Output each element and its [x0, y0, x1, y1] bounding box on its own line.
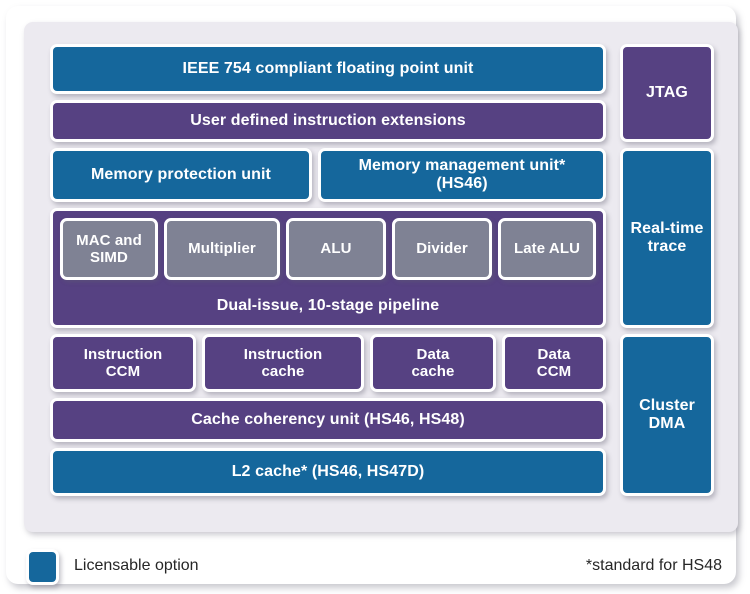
- block-cluster-dma-label: Cluster DMA: [639, 396, 695, 432]
- diagram-page: IEEE 754 compliant floating point unit U…: [0, 0, 750, 594]
- block-memory-protection-unit-label: Memory protection unit: [91, 165, 271, 183]
- block-mac-and-simd-label: MAC and SIMD: [76, 231, 142, 266]
- block-jtag[interactable]: JTAG: [620, 44, 714, 142]
- block-data-ccm[interactable]: Data CCM: [502, 334, 606, 392]
- block-alu[interactable]: ALU: [286, 218, 386, 280]
- block-instruction-cache-label: Instruction cache: [243, 345, 323, 380]
- block-data-cache-label: Data cache: [411, 345, 455, 380]
- legend-label: Licensable option: [74, 557, 199, 574]
- diagram-panel: IEEE 754 compliant floating point unit U…: [24, 22, 738, 532]
- block-memory-protection-unit[interactable]: Memory protection unit: [50, 148, 312, 202]
- block-memory-management-unit-label: Memory management unit* (HS46): [358, 156, 566, 192]
- block-data-ccm-label: Data CCM: [536, 345, 572, 380]
- block-cache-coherency-unit-label: Cache coherency unit (HS46, HS48): [191, 410, 465, 428]
- block-real-time-trace-label: Real-time trace: [630, 219, 704, 255]
- block-alu-label: ALU: [320, 240, 352, 258]
- block-fpu[interactable]: IEEE 754 compliant floating point unit: [50, 44, 606, 94]
- licensable-option-swatch: [26, 549, 59, 585]
- outer-frame: IEEE 754 compliant floating point unit U…: [6, 6, 738, 585]
- block-instruction-cache[interactable]: Instruction cache: [202, 334, 364, 392]
- block-divider-label: Divider: [416, 240, 468, 258]
- block-l2-cache[interactable]: L2 cache* (HS46, HS47D): [50, 448, 606, 496]
- footnote-standard-for-hs48: *standard for HS48: [585, 557, 722, 574]
- block-user-defined-instruction-extensions-label: User defined instruction extensions: [190, 111, 466, 129]
- block-real-time-trace[interactable]: Real-time trace: [620, 148, 714, 328]
- block-late-alu-label: Late ALU: [513, 240, 581, 258]
- block-late-alu[interactable]: Late ALU: [498, 218, 596, 280]
- block-divider[interactable]: Divider: [392, 218, 492, 280]
- block-cache-coherency-unit[interactable]: Cache coherency unit (HS46, HS48): [50, 398, 606, 442]
- block-multiplier-label: Multiplier: [188, 240, 256, 258]
- block-pipeline-label: Dual-issue, 10-stage pipeline: [216, 296, 440, 314]
- block-instruction-ccm[interactable]: Instruction CCM: [50, 334, 196, 392]
- block-cluster-dma[interactable]: Cluster DMA: [620, 334, 714, 496]
- block-data-cache[interactable]: Data cache: [370, 334, 496, 392]
- block-fpu-label: IEEE 754 compliant floating point unit: [182, 59, 474, 77]
- block-user-defined-instruction-extensions[interactable]: User defined instruction extensions: [50, 100, 606, 142]
- block-l2-cache-label: L2 cache* (HS46, HS47D): [231, 462, 425, 480]
- block-mac-and-simd[interactable]: MAC and SIMD: [60, 218, 158, 280]
- block-instruction-ccm-label: Instruction CCM: [83, 345, 163, 380]
- block-jtag-label: JTAG: [646, 83, 688, 101]
- block-multiplier[interactable]: Multiplier: [164, 218, 280, 280]
- block-memory-management-unit[interactable]: Memory management unit* (HS46): [318, 148, 606, 202]
